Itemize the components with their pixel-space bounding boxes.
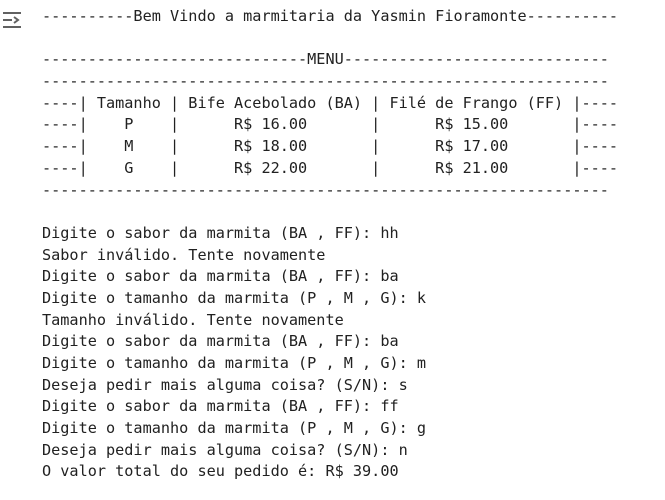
menu-separator: ----------------------------------------… xyxy=(42,180,609,199)
menu-header-row: ----| Tamanho | Bife Acebolado (BA) | Fi… xyxy=(42,93,619,112)
output-redirect-icon[interactable] xyxy=(0,8,24,32)
menu-title-line: -----------------------------MENU-------… xyxy=(42,50,609,69)
total-line: O valor total do seu pedido é: R$ 39.00 xyxy=(42,462,399,481)
banner-line: ----------Bem Vindo a marmitaria da Yasm… xyxy=(42,7,619,25)
error-line: Sabor inválido. Tente novamente xyxy=(42,245,326,264)
error-line: Tamanho inválido. Tente novamente xyxy=(42,310,344,329)
menu-separator: ----------------------------------------… xyxy=(42,72,609,91)
prompt-line: Digite o sabor da marmita (BA , FF): ba xyxy=(42,332,399,351)
prompt-line: Digite o sabor da marmita (BA , FF): ff xyxy=(42,397,399,416)
console-output: ----------Bem Vindo a marmitaria da Yasm… xyxy=(42,6,618,483)
prompt-line: Digite o sabor da marmita (BA , FF): ba xyxy=(42,267,399,286)
menu-row-p: ----| P | R$ 16.00 | R$ 15.00 |---- xyxy=(42,115,619,134)
prompt-line: Deseja pedir mais alguma coisa? (S/N): s xyxy=(42,375,408,394)
menu-row-g: ----| G | R$ 22.00 | R$ 21.00 |---- xyxy=(42,158,619,177)
prompt-line: Digite o sabor da marmita (BA , FF): hh xyxy=(42,223,399,242)
prompt-line: Digite o tamanho da marmita (P , M , G):… xyxy=(42,419,427,438)
prompt-line: Deseja pedir mais alguma coisa? (S/N): n xyxy=(42,440,408,459)
prompt-line: Digite o tamanho da marmita (P , M , G):… xyxy=(42,354,427,372)
prompt-line: Digite o tamanho da marmita (P , M , G):… xyxy=(42,288,427,307)
menu-row-m: ----| M | R$ 18.00 | R$ 17.00 |---- xyxy=(42,137,619,156)
